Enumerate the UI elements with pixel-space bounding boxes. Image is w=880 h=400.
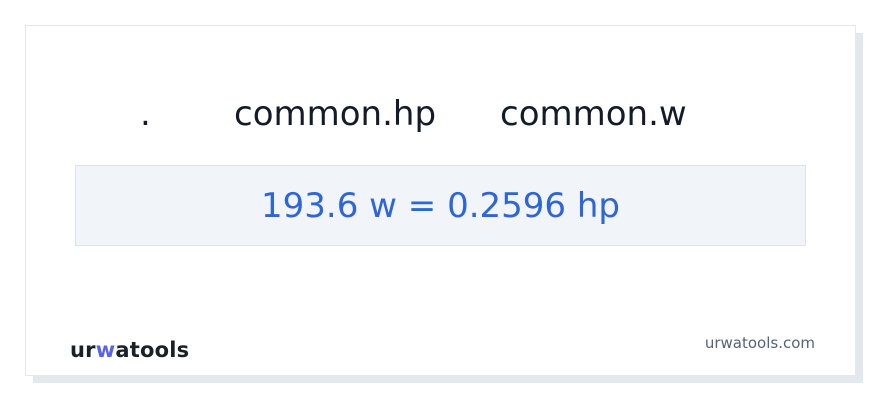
- converter-card: . common.hp common.w 193.6 w = 0.2596 hp…: [25, 25, 856, 376]
- conversion-result: 193.6 w = 0.2596 hp: [261, 185, 620, 226]
- result-panel: 193.6 w = 0.2596 hp: [75, 165, 806, 246]
- site-link[interactable]: urwatools.com: [705, 334, 815, 352]
- logo-prefix: ur: [70, 338, 96, 362]
- header-dot: .: [140, 94, 151, 134]
- to-unit-label: common.w: [500, 94, 687, 134]
- urwatools-logo: ur w atools: [70, 336, 189, 362]
- from-unit-label: common.hp: [234, 94, 437, 134]
- logo-suffix: atools: [115, 338, 190, 362]
- logo-accent: w: [95, 338, 116, 362]
- unit-header-row: . common.hp common.w: [26, 94, 855, 138]
